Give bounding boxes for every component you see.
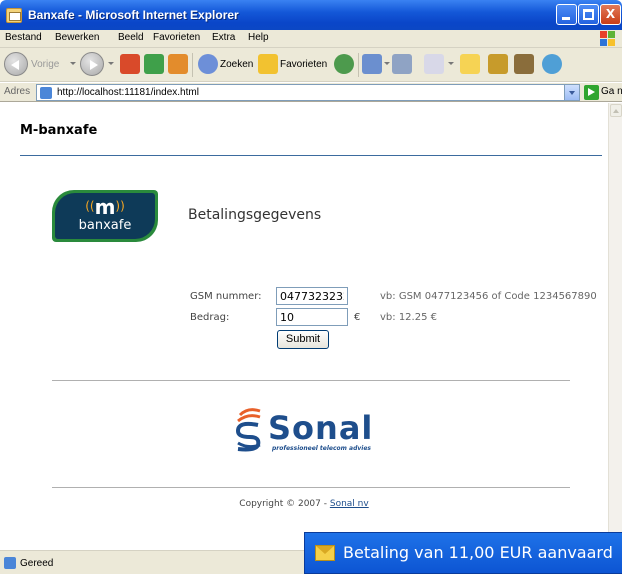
- page-status-icon: [4, 557, 16, 569]
- address-label: Adres: [4, 86, 31, 97]
- sonal-logo-text: Sonal: [268, 409, 374, 447]
- notes-icon[interactable]: [460, 54, 480, 74]
- amount-input[interactable]: [276, 308, 348, 326]
- header-divider: [20, 155, 602, 156]
- form-heading: Betalingsgegevens: [188, 207, 322, 223]
- page-title: M-banxafe: [20, 123, 98, 138]
- toolbar-separator: [192, 53, 193, 77]
- favorites-label[interactable]: Favorieten: [280, 59, 327, 70]
- envelope-icon: [315, 545, 335, 561]
- go-button[interactable]: Ga naar: [601, 86, 622, 97]
- back-label[interactable]: Vorige: [31, 59, 59, 70]
- address-dropdown-icon[interactable]: [564, 85, 579, 100]
- menu-item-beeld[interactable]: Beeld: [118, 32, 144, 43]
- messenger-icon[interactable]: [542, 54, 562, 74]
- menu-item-bewerken[interactable]: Bewerken: [55, 32, 99, 43]
- vertical-scrollbar[interactable]: [608, 103, 622, 550]
- edit-word-icon[interactable]: [424, 54, 444, 74]
- edit-dropdown-icon[interactable]: [448, 62, 454, 65]
- logo-text: banxafe: [78, 218, 132, 233]
- scroll-up-button[interactable]: [610, 104, 622, 117]
- footer-divider: [52, 487, 570, 488]
- home-icon[interactable]: [168, 54, 188, 74]
- gsm-number-input[interactable]: [276, 287, 348, 305]
- page-content: M-banxafe ((m)) banxafe Betalingsgegeven…: [0, 103, 608, 550]
- research-icon[interactable]: [488, 54, 508, 74]
- address-url[interactable]: http://localhost:11181/index.html: [57, 87, 199, 98]
- sonal-logo-icon: [235, 408, 261, 452]
- banxafe-logo: ((m)) banxafe: [52, 190, 158, 242]
- submit-button[interactable]: Submit: [277, 330, 329, 349]
- forward-button[interactable]: [80, 52, 104, 76]
- window-title: Banxafe - Microsoft Internet Explorer: [28, 8, 239, 22]
- maximize-button[interactable]: [578, 4, 599, 25]
- toolbar: Vorige Zoeken Favorieten: [0, 48, 622, 82]
- payment-notification[interactable]: Betaling van 11,00 EUR aanvaard: [304, 532, 622, 574]
- divider: [52, 380, 570, 381]
- search-icon[interactable]: [198, 54, 218, 74]
- address-bar: Adres http://localhost:11181/index.html …: [0, 83, 622, 102]
- close-button[interactable]: X: [600, 4, 621, 25]
- stop-icon[interactable]: [120, 54, 140, 74]
- copyright: Copyright © 2007 - Sonal nv: [0, 499, 608, 509]
- toolbox-icon[interactable]: [514, 54, 534, 74]
- gsm-label: GSM nummer:: [190, 291, 262, 302]
- go-arrow-icon[interactable]: [584, 85, 599, 100]
- menu-item-help[interactable]: Help: [248, 32, 269, 43]
- favorites-star-icon[interactable]: [258, 54, 278, 74]
- menu-bar: Bestand Bewerken Beeld Favorieten Extra …: [0, 30, 622, 48]
- address-input[interactable]: http://localhost:11181/index.html: [36, 84, 580, 101]
- amount-hint: vb: 12.25 €: [380, 312, 437, 323]
- sonal-link[interactable]: Sonal nv: [330, 499, 369, 509]
- amount-label: Bedrag:: [190, 312, 230, 323]
- close-icon: X: [605, 7, 616, 21]
- status-text: Gereed: [20, 558, 54, 569]
- menu-item-bestand[interactable]: Bestand: [5, 32, 42, 43]
- search-label[interactable]: Zoeken: [220, 59, 253, 70]
- menu-item-extra[interactable]: Extra: [212, 32, 235, 43]
- logo-letter: m: [94, 195, 116, 219]
- windows-logo-icon: [600, 31, 616, 47]
- currency-symbol: €: [354, 312, 361, 323]
- back-dropdown-icon[interactable]: [70, 62, 76, 65]
- minimize-icon: [562, 17, 570, 20]
- forward-dropdown-icon[interactable]: [108, 62, 114, 65]
- refresh-icon[interactable]: [144, 54, 164, 74]
- mail-icon[interactable]: [362, 54, 382, 74]
- ie-page-icon: [6, 8, 22, 23]
- notification-text: Betaling van 11,00 EUR aanvaard: [343, 543, 613, 562]
- mail-dropdown-icon[interactable]: [384, 62, 390, 65]
- sonal-tagline: professioneel telecom advies: [272, 445, 371, 452]
- menu-item-favorieten[interactable]: Favorieten: [153, 32, 200, 43]
- history-icon[interactable]: [334, 54, 354, 74]
- toolbar-separator: [358, 53, 359, 77]
- maximize-icon: [583, 9, 594, 20]
- back-button[interactable]: [4, 52, 28, 76]
- copyright-text: Copyright © 2007 -: [239, 499, 330, 509]
- minimize-button[interactable]: [556, 4, 577, 25]
- print-icon[interactable]: [392, 54, 412, 74]
- page-favicon-icon: [40, 87, 52, 99]
- title-bar[interactable]: Banxafe - Microsoft Internet Explorer X: [0, 0, 622, 30]
- gsm-hint: vb: GSM 0477123456 of Code 1234567890: [380, 291, 597, 302]
